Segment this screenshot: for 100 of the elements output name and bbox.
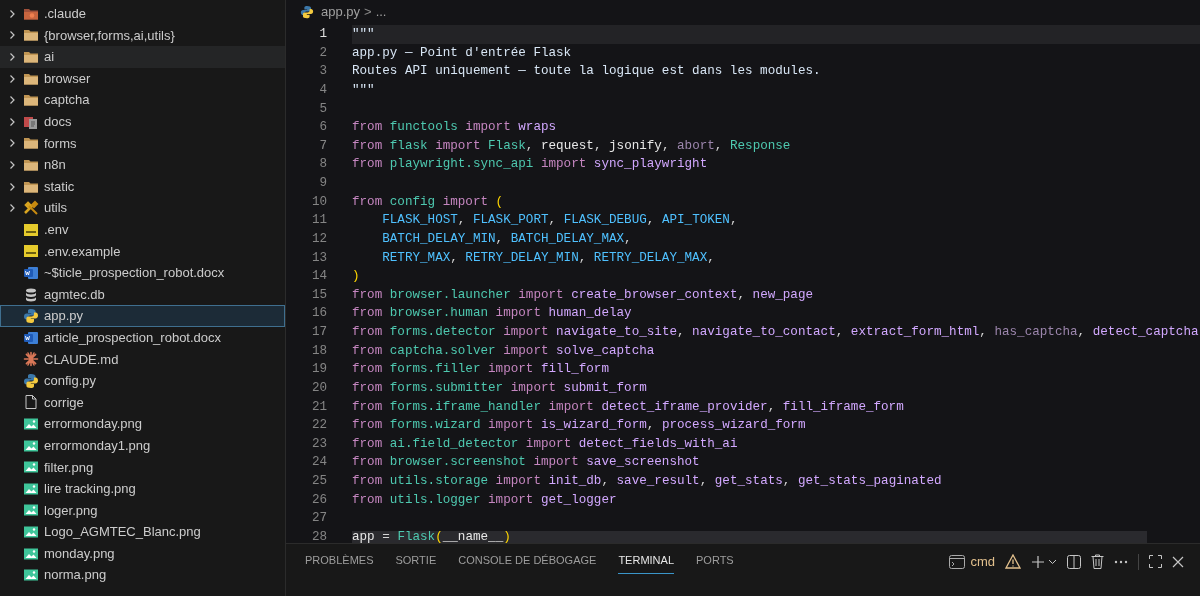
- explorer-item[interactable]: filter.png: [0, 456, 285, 479]
- explorer-item[interactable]: static: [0, 175, 285, 198]
- explorer-item[interactable]: .env.example: [0, 240, 285, 263]
- code-line: from config import (: [352, 194, 504, 209]
- database-icon: [23, 286, 39, 303]
- explorer-item[interactable]: errormonday.png: [0, 413, 285, 435]
- line-number: 15: [310, 286, 327, 304]
- explorer-item[interactable]: loger.png: [0, 499, 285, 522]
- panel-tab[interactable]: PORTS: [696, 552, 734, 574]
- code-line: app = Flask(__name__): [352, 529, 511, 543]
- split-icon: [1067, 554, 1081, 569]
- explorer-item[interactable]: forms: [0, 132, 285, 155]
- explorer-item[interactable]: article_prospection_robot.docx: [0, 326, 285, 349]
- line-number: 3: [318, 63, 327, 81]
- asterisk-icon: [23, 351, 39, 368]
- line-number: 23: [310, 435, 327, 453]
- code-line: ): [352, 269, 360, 284]
- code-line: from utils.logger import get_logger: [352, 492, 617, 507]
- close-icon: [1172, 555, 1184, 568]
- explorer-item[interactable]: .env: [0, 218, 285, 241]
- explorer-item[interactable]: config.py: [0, 370, 285, 392]
- line-number: 11: [310, 212, 327, 230]
- line-number: 18: [310, 342, 327, 360]
- line-number: 20: [310, 379, 327, 397]
- file-name: utils: [43, 199, 68, 218]
- explorer-item[interactable]: Logo_AGMTEC_Blanc.png: [0, 521, 285, 543]
- file-name: .claude: [43, 5, 86, 24]
- line-number: 9: [318, 175, 327, 192]
- explorer-item[interactable]: norma.png: [0, 564, 285, 587]
- explorer-item[interactable]: browser: [0, 67, 285, 90]
- code-line: from forms.detector import navigate_to_site, navigate_to_contact, extract_form_html, has_captcha, detect_captcha: [352, 325, 1199, 339]
- line-number: 17: [310, 324, 327, 341]
- explorer-item[interactable]: errormonday1.png: [0, 434, 285, 457]
- line-number: 13: [310, 249, 327, 267]
- explorer-item[interactable]: .claude: [0, 3, 285, 25]
- explorer-item[interactable]: {browser,forms,ai,utils}: [0, 24, 285, 47]
- breadcrumb-separator: >: [364, 3, 372, 22]
- folder-icon: [23, 135, 39, 152]
- explorer-item[interactable]: docs: [0, 110, 285, 133]
- terminal-name[interactable]: cmd: [970, 552, 995, 572]
- panel-tab[interactable]: PROBLÈMES: [305, 552, 374, 574]
- explorer-item[interactable]: n8n: [0, 154, 285, 176]
- file-name: norma.png: [43, 566, 107, 585]
- folder-icon: [23, 27, 39, 44]
- image-file-icon: [23, 459, 39, 476]
- line-number: 14: [310, 268, 327, 286]
- folder-icon: [23, 92, 39, 109]
- explorer-item[interactable]: ai: [0, 46, 285, 68]
- tools-icon: [23, 200, 39, 217]
- line-number: 25: [310, 473, 327, 490]
- file-name: docs: [43, 113, 72, 131]
- file-name: lire tracking.png: [43, 480, 136, 499]
- line-number: 7: [318, 137, 327, 155]
- env-file-icon: [23, 243, 39, 260]
- panel-tab[interactable]: SORTIE: [395, 552, 437, 574]
- file-name: filter.png: [43, 458, 94, 477]
- breadcrumb-item[interactable]: app.py: [318, 2, 361, 22]
- word-file-icon: [23, 264, 39, 281]
- code-line: from utils.storage import init_db, save_result, get_stats, get_stats_paginated: [352, 474, 942, 488]
- explorer-item[interactable]: monday.png: [0, 542, 285, 565]
- file-name: CLAUDE.md: [43, 350, 119, 369]
- explorer-item[interactable]: lire tracking.png: [0, 478, 285, 500]
- line-number: 6: [318, 119, 327, 137]
- file-name: static: [43, 177, 75, 196]
- explorer-item[interactable]: CLAUDE.md: [0, 348, 285, 371]
- code-line: """: [352, 82, 375, 97]
- image-file-icon: [23, 502, 39, 519]
- word-file-icon: [23, 329, 39, 346]
- explorer-item[interactable]: app.py: [0, 305, 285, 327]
- maximize-icon: [1149, 555, 1162, 569]
- code-line: from forms.iframe_handler import detect_iframe_provider, fill_iframe_form: [352, 399, 904, 414]
- file-name: config.py: [43, 372, 97, 391]
- terminal-icon: [949, 554, 966, 569]
- explorer-item[interactable]: ~$ticle_prospection_robot.docx: [0, 262, 285, 284]
- file-name: monday.png: [43, 544, 115, 563]
- env-file-icon: [23, 221, 39, 238]
- image-file-icon: [23, 567, 39, 584]
- code-line: app.py — Point d'entrée Flask: [352, 45, 572, 60]
- code-line: from forms.submitter import submit_form: [352, 380, 647, 395]
- file-name: {browser,forms,ai,utils}: [43, 26, 175, 45]
- file-name: corrige: [43, 393, 84, 412]
- explorer-item[interactable]: captcha: [0, 89, 285, 111]
- explorer-item[interactable]: corrige: [0, 391, 285, 414]
- python-icon: [23, 372, 39, 389]
- line-number: 19: [310, 361, 327, 379]
- explorer-item[interactable]: agmtec.db: [0, 283, 285, 306]
- explorer-item[interactable]: utils: [0, 197, 285, 219]
- panel-tab[interactable]: TERMINAL: [618, 552, 674, 574]
- code-line: from functools import wraps: [352, 120, 557, 135]
- file-icon: [23, 394, 39, 411]
- file-name: errormonday.png: [43, 415, 143, 434]
- code-line: from ai.field_detector import detect_fields_with_ai: [352, 436, 738, 451]
- plus-icon: [1031, 554, 1045, 569]
- line-number: 1: [318, 26, 327, 43]
- file-name: forms: [43, 134, 77, 153]
- code-line: from forms.wizard import is_wizard_form, process_wizard_form: [352, 418, 806, 433]
- panel-tab[interactable]: CONSOLE DE DÉBOGAGE: [458, 552, 597, 574]
- code-line: from playwright.sync_api import sync_playwright: [352, 157, 708, 172]
- line-number: 10: [310, 193, 327, 211]
- breadcrumb-item[interactable]: ...: [375, 2, 387, 22]
